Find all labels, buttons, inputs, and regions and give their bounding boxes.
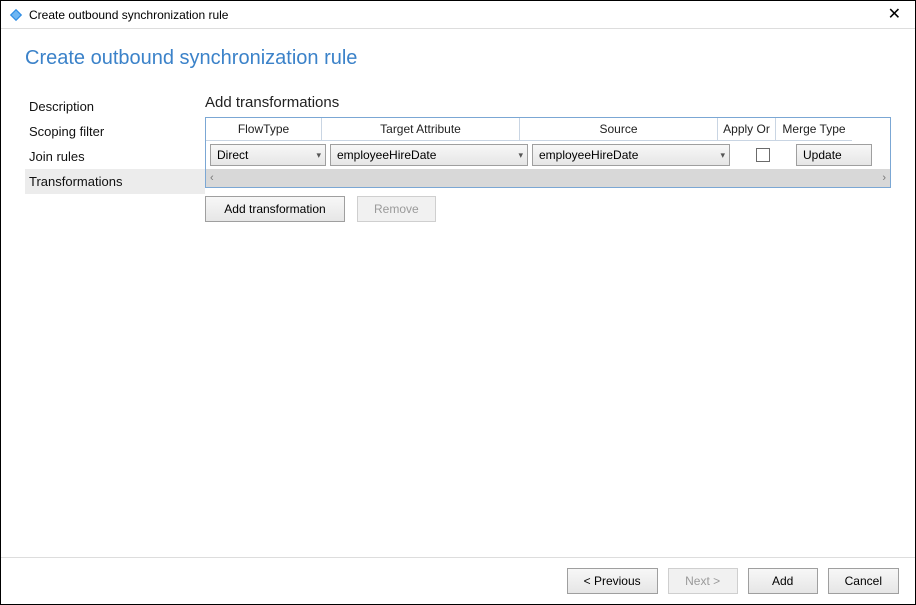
col-header-apply-or[interactable]: Apply Or bbox=[718, 118, 776, 141]
add-button[interactable]: Add bbox=[748, 568, 818, 594]
scroll-right-icon[interactable]: › bbox=[882, 172, 886, 184]
apply-once-checkbox[interactable] bbox=[756, 148, 770, 162]
grid-row: Direct ▾ employeeHireDate ▾ employeeHire… bbox=[206, 141, 890, 169]
apply-once-cell bbox=[734, 148, 792, 162]
sidebar-item-description[interactable]: Description bbox=[25, 94, 205, 119]
body-row: Description Scoping filter Join rules Tr… bbox=[25, 94, 891, 557]
main-panel: Add transformations FlowType Target Attr… bbox=[205, 94, 891, 557]
grid-header: FlowType Target Attribute Source Apply O… bbox=[206, 118, 890, 141]
col-header-source[interactable]: Source bbox=[520, 118, 718, 141]
col-header-flowtype[interactable]: FlowType bbox=[206, 118, 322, 141]
window-title: Create outbound synchronization rule bbox=[29, 8, 228, 22]
app-icon bbox=[9, 8, 23, 22]
remove-button: Remove bbox=[357, 196, 436, 222]
dialog-window: Create outbound synchronization rule ✕ C… bbox=[0, 0, 916, 605]
grid-button-row: Add transformation Remove bbox=[205, 196, 891, 222]
wizard-footer: < Previous Next > Add Cancel bbox=[1, 557, 915, 604]
content-area: Create outbound synchronization rule Des… bbox=[1, 29, 915, 557]
wizard-sidebar: Description Scoping filter Join rules Tr… bbox=[25, 94, 205, 557]
chevron-down-icon: ▾ bbox=[720, 150, 725, 161]
target-attribute-dropdown[interactable]: employeeHireDate ▾ bbox=[330, 144, 528, 166]
merge-type-dropdown[interactable]: Update bbox=[796, 144, 872, 166]
section-title: Add transformations bbox=[205, 94, 891, 111]
merge-value: Update bbox=[803, 148, 842, 162]
page-heading: Create outbound synchronization rule bbox=[25, 47, 891, 70]
target-value: employeeHireDate bbox=[337, 148, 436, 162]
col-header-target[interactable]: Target Attribute bbox=[322, 118, 520, 141]
sidebar-item-join-rules[interactable]: Join rules bbox=[25, 144, 205, 169]
next-button: Next > bbox=[668, 568, 738, 594]
close-button[interactable]: ✕ bbox=[882, 7, 907, 23]
chevron-down-icon: ▾ bbox=[518, 150, 523, 161]
chevron-down-icon: ▾ bbox=[316, 150, 321, 161]
add-transformation-button[interactable]: Add transformation bbox=[205, 196, 345, 222]
sidebar-item-transformations[interactable]: Transformations bbox=[25, 169, 205, 194]
sidebar-item-scoping-filter[interactable]: Scoping filter bbox=[25, 119, 205, 144]
transformations-grid: FlowType Target Attribute Source Apply O… bbox=[205, 117, 891, 188]
source-value: employeeHireDate bbox=[539, 148, 638, 162]
source-dropdown[interactable]: employeeHireDate ▾ bbox=[532, 144, 730, 166]
flowtype-dropdown[interactable]: Direct ▾ bbox=[210, 144, 326, 166]
col-header-merge[interactable]: Merge Type bbox=[776, 118, 852, 141]
scroll-left-icon[interactable]: ‹ bbox=[210, 172, 214, 184]
flowtype-value: Direct bbox=[217, 148, 248, 162]
cancel-button[interactable]: Cancel bbox=[828, 568, 899, 594]
title-bar: Create outbound synchronization rule ✕ bbox=[1, 1, 915, 29]
previous-button[interactable]: < Previous bbox=[567, 568, 658, 594]
horizontal-scrollbar[interactable]: ‹ › bbox=[206, 169, 890, 187]
